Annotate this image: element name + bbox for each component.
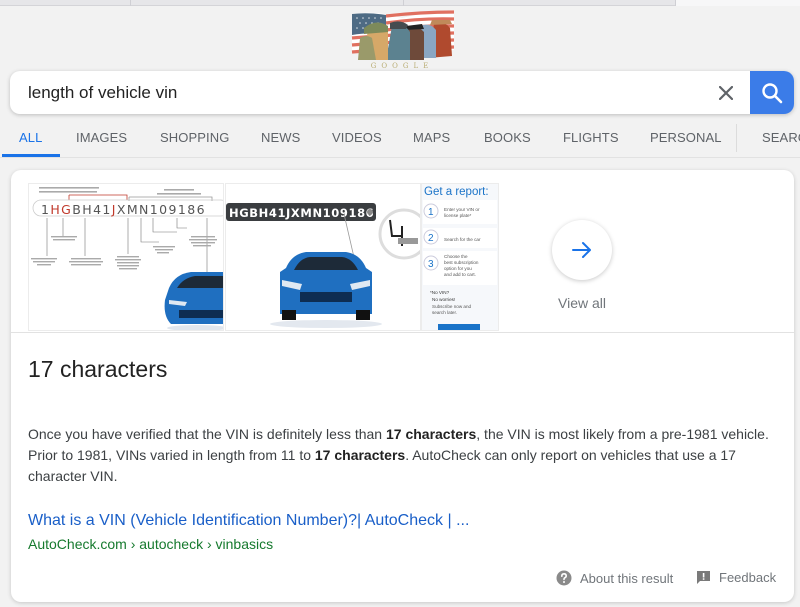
tab-images[interactable]: IMAGES bbox=[76, 118, 127, 158]
vin-character: B bbox=[72, 202, 82, 217]
featured-snippet-card: 1 HGBH41JXMN109186 HGBH41JXMN109186 Get a… bbox=[11, 170, 794, 602]
vin-character: 6 bbox=[197, 202, 206, 217]
tab-personal[interactable]: PERSONAL bbox=[650, 118, 722, 158]
google-doodle[interactable]: GOOGLE bbox=[346, 8, 458, 70]
vin-character: 0 bbox=[159, 202, 168, 217]
svg-text:search later.: search later. bbox=[432, 310, 457, 315]
result-breadcrumb-url[interactable]: AutoCheck.com › autocheck › vinbasics bbox=[28, 536, 273, 552]
svg-text:3: 3 bbox=[428, 259, 434, 270]
vin-character: 8 bbox=[187, 202, 196, 217]
feedback-button[interactable]: Feedback bbox=[696, 570, 776, 585]
svg-text:and add to cart.: and add to cart. bbox=[444, 272, 476, 277]
veterans-day-doodle-logo: GOOGLE bbox=[351, 10, 455, 70]
vin-plate-text: HGBH41JXMN109186 bbox=[229, 206, 374, 220]
image-carousel: 1 HGBH41JXMN109186 HGBH41JXMN109186 Get a… bbox=[11, 170, 794, 333]
report-step-2: 2 Search for the car bbox=[423, 228, 497, 248]
get-report-title: Get a report: bbox=[424, 186, 489, 198]
tab-books[interactable]: BOOKS bbox=[484, 118, 531, 158]
tabs-divider bbox=[736, 124, 737, 152]
image-thumbnail-get-report[interactable]: Get a report: 1 Enter your VIN or licens… bbox=[421, 183, 499, 331]
close-icon bbox=[719, 86, 733, 100]
about-this-result-label: About this result bbox=[580, 570, 674, 586]
vin-character: G bbox=[61, 202, 72, 217]
get-report-image: Get a report: 1 Enter your VIN or licens… bbox=[422, 184, 498, 330]
svg-text:best subscription: best subscription bbox=[444, 260, 479, 265]
view-all-label: View all bbox=[558, 295, 606, 311]
answer-snippet: Once you have verified that the VIN is d… bbox=[28, 424, 773, 487]
answer-title: 17 characters bbox=[28, 356, 168, 382]
result-title-link[interactable]: What is a VIN (Vehicle Identification Nu… bbox=[28, 512, 469, 530]
result-footer: About this result Feedback bbox=[11, 570, 794, 590]
feedback-label: Feedback bbox=[719, 570, 777, 585]
browser-tab-segment[interactable] bbox=[676, 0, 800, 6]
vin-character: 9 bbox=[169, 202, 178, 217]
image-thumbnail-vin-diagram[interactable]: 1HGBH41JXMN109186 bbox=[28, 183, 224, 331]
report-step-1: 1 Enter your VIN or license plate* bbox=[423, 200, 497, 224]
arrow-right-icon bbox=[572, 242, 591, 258]
search-icon bbox=[762, 82, 783, 103]
vin-character: M bbox=[127, 202, 139, 217]
svg-text:Enter your VIN or: Enter your VIN or bbox=[444, 207, 480, 212]
doodle-label: GOOGLE bbox=[371, 62, 433, 70]
browser-tab-segment[interactable] bbox=[0, 0, 131, 6]
browser-top-strip bbox=[0, 0, 800, 6]
svg-text:*No VIN?: *No VIN? bbox=[430, 290, 450, 295]
about-this-result-button[interactable]: About this result bbox=[556, 570, 673, 586]
snippet-text: Once you have verified that the VIN is d… bbox=[28, 426, 386, 442]
blue-car-illustration bbox=[164, 272, 223, 330]
image-thumbnail-vin-plate[interactable]: HGBH41JXMN109186 bbox=[225, 183, 421, 331]
search-input[interactable] bbox=[28, 71, 708, 114]
vin-character: 1 bbox=[41, 202, 50, 217]
svg-text:No worries!: No worries! bbox=[432, 297, 455, 302]
tab-maps[interactable]: MAPS bbox=[413, 118, 450, 158]
tab-all[interactable]: ALL bbox=[19, 118, 42, 158]
search-tabs: ALL IMAGES SHOPPING NEWS VIDEOS MAPS BOO… bbox=[0, 118, 800, 158]
snippet-highlight: 17 characters bbox=[385, 426, 477, 442]
vin-character: N bbox=[139, 202, 150, 217]
vin-character: 1 bbox=[102, 202, 111, 217]
svg-text:license plate*: license plate* bbox=[444, 213, 472, 218]
clear-search-button[interactable] bbox=[712, 79, 740, 107]
search-button[interactable] bbox=[750, 71, 794, 114]
tab-videos[interactable]: VIDEOS bbox=[332, 118, 382, 158]
vin-character: H bbox=[50, 202, 61, 217]
active-tab-indicator bbox=[2, 154, 60, 157]
svg-text:Choose the: Choose the bbox=[444, 254, 468, 259]
feedback-icon bbox=[697, 571, 710, 584]
svg-text:Search for the car: Search for the car bbox=[444, 237, 481, 242]
tab-flights[interactable]: FLIGHTS bbox=[563, 118, 619, 158]
svg-text:1: 1 bbox=[428, 207, 434, 218]
svg-text:2: 2 bbox=[428, 233, 434, 244]
vin-character: H bbox=[82, 202, 93, 217]
tab-news[interactable]: NEWS bbox=[261, 118, 300, 158]
tab-search-tools[interactable]: SEARCH TOOLS bbox=[762, 118, 800, 158]
vin-plate-image: HGBH41JXMN109186 bbox=[226, 184, 420, 330]
browser-tab-segment[interactable] bbox=[404, 0, 676, 6]
view-all-images-button[interactable]: View all bbox=[551, 220, 613, 311]
report-step-3: 3 Choose the best subscription option fo… bbox=[423, 251, 497, 285]
vin-diagram-image: 1HGBH41JXMN109186 bbox=[29, 184, 223, 330]
vin-character: X bbox=[117, 202, 127, 217]
svg-text:option for you: option for you bbox=[444, 266, 472, 271]
vin-character: 1 bbox=[150, 202, 159, 217]
search-bar bbox=[10, 71, 794, 114]
tab-shopping[interactable]: SHOPPING bbox=[160, 118, 229, 158]
vin-character: 4 bbox=[93, 202, 102, 217]
view-all-circle[interactable] bbox=[552, 220, 612, 280]
svg-text:Subscribe now and: Subscribe now and bbox=[432, 304, 472, 309]
snippet-highlight: 17 characters bbox=[314, 447, 406, 463]
vin-character: 1 bbox=[178, 202, 187, 217]
help-circle-icon bbox=[556, 570, 572, 586]
vin-diagram-characters: 1HGBH41JXMN109186 bbox=[41, 202, 206, 217]
browser-tab-segment[interactable] bbox=[131, 0, 404, 6]
